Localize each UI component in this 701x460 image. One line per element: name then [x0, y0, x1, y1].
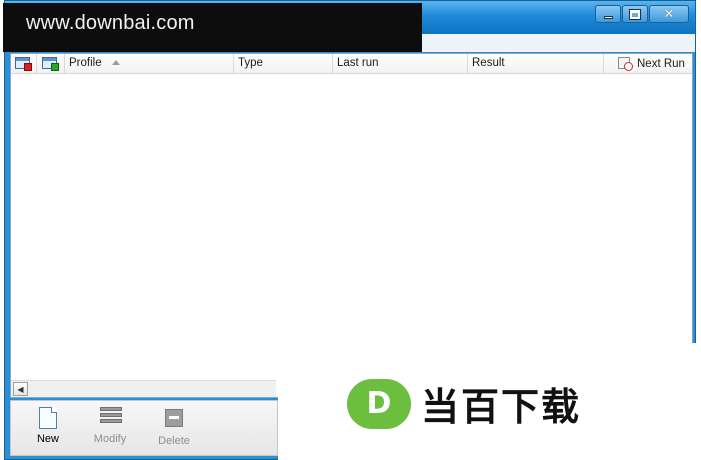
column-profile[interactable]: Profile — [65, 54, 234, 73]
close-icon: ✕ — [663, 6, 675, 22]
maximize-button[interactable] — [622, 5, 648, 23]
column-type[interactable]: Type — [234, 54, 333, 73]
schedule-clock-icon — [618, 57, 633, 71]
column-last-run[interactable]: Last run — [333, 54, 468, 73]
bottom-toolbar: New Modify Delete — [10, 400, 278, 456]
new-button[interactable]: New — [23, 407, 73, 445]
column-result[interactable]: Result — [468, 54, 604, 73]
minimize-button[interactable] — [595, 5, 621, 23]
modify-list-icon — [100, 407, 122, 427]
column-type-label: Type — [238, 57, 263, 69]
watermark: www.downbai.com — [3, 3, 422, 52]
maximize-icon — [629, 8, 641, 20]
stop-profile-icon — [15, 56, 32, 71]
new-button-label: New — [36, 433, 59, 445]
column-profile-label: Profile — [69, 57, 102, 69]
brand-text: 当百下载 — [421, 385, 582, 429]
minimize-icon — [603, 15, 613, 19]
horizontal-scrollbar[interactable]: ◀ — [11, 380, 276, 397]
modify-button[interactable]: Modify — [85, 407, 135, 445]
brand-logo-icon: D — [347, 378, 411, 429]
new-document-icon — [39, 407, 57, 429]
run-profile-icon — [42, 56, 59, 71]
brand-watermark: D 当百下载 — [347, 376, 581, 431]
column-stop-status[interactable] — [11, 54, 37, 73]
delete-button[interactable]: Delete — [149, 407, 199, 447]
modify-button-label: Modify — [93, 433, 127, 445]
column-next-run-label: Next Run — [637, 58, 685, 71]
column-last-run-label: Last run — [337, 57, 379, 69]
close-button[interactable]: ✕ — [649, 5, 689, 23]
column-run-status[interactable] — [37, 54, 65, 73]
brand-logo-letter: D — [366, 386, 392, 421]
column-next-run[interactable]: Next Run — [604, 54, 692, 73]
delete-button-label: Delete — [158, 435, 190, 447]
caption-buttons: ✕ — [595, 5, 689, 23]
list-header: Profile Type Last run Result Next Run — [11, 54, 692, 74]
delete-minus-icon — [165, 409, 183, 427]
scroll-left-button[interactable]: ◀ — [13, 382, 28, 396]
column-result-label: Result — [472, 57, 505, 69]
sort-ascending-icon — [111, 60, 120, 66]
